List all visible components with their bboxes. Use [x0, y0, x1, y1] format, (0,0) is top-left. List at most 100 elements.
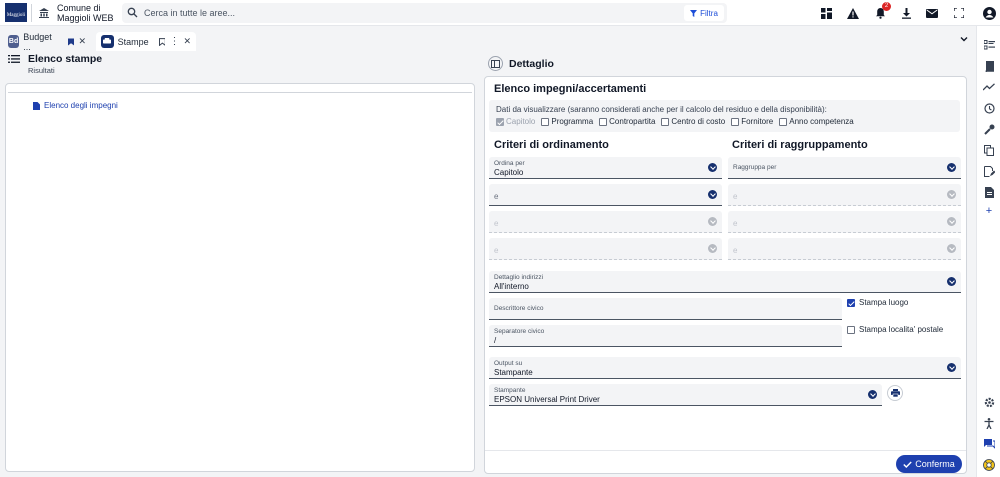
- dropdown-icon[interactable]: [708, 163, 717, 172]
- checkbox-capitolo: Capitolo: [496, 117, 535, 126]
- file-icon[interactable]: [981, 184, 997, 200]
- search-input[interactable]: [144, 6, 584, 20]
- checkbox-programma[interactable]: Programma: [541, 117, 593, 126]
- printer-settings-button[interactable]: [887, 385, 903, 401]
- checkbox-label: Programma: [551, 117, 594, 126]
- field-placeholder: e: [494, 192, 499, 201]
- more-vert-icon[interactable]: ⋮: [169, 36, 179, 47]
- panel-toggle-icon[interactable]: [488, 56, 503, 71]
- mail-icon[interactable]: [924, 5, 940, 21]
- dati-options-box: Dati da visualizzare (saranno considerat…: [489, 100, 960, 132]
- stampante-select[interactable]: Stampante EPSON Universal Print Driver: [489, 384, 882, 406]
- logo-text: Maggioli: [6, 13, 26, 18]
- history-icon[interactable]: [981, 100, 997, 116]
- bank-icon[interactable]: [36, 5, 52, 21]
- dropdown-icon[interactable]: [947, 277, 956, 286]
- raggruppa-e2-select: e: [728, 211, 961, 233]
- field-label: Stampante: [494, 387, 526, 394]
- output-su-select[interactable]: Output su Stampante: [489, 357, 961, 379]
- checkbox-box[interactable]: [779, 117, 788, 126]
- tab-bar: Bd Budget ... ✕ Stampe ⋮ ✕: [0, 32, 975, 52]
- field-placeholder: e: [733, 246, 738, 255]
- checkbox-anno-competenza[interactable]: Anno competenza: [779, 117, 854, 126]
- checkbox-box[interactable]: [599, 117, 608, 126]
- dropdown-icon: [947, 217, 956, 226]
- edit-document-icon[interactable]: [981, 163, 997, 179]
- settings-gear-icon[interactable]: [981, 394, 997, 410]
- search-icon: [127, 7, 138, 20]
- notifications-bell-icon[interactable]: 2: [872, 2, 891, 21]
- confirm-button[interactable]: Conferma: [896, 455, 962, 473]
- ordina-per-select[interactable]: Ordina per Capitolo: [489, 157, 722, 179]
- app-title[interactable]: Comune di Maggioli WEB: [57, 3, 127, 23]
- dropdown-icon: [947, 244, 956, 253]
- checkbox-fornitore[interactable]: Fornitore: [731, 117, 773, 126]
- close-icon[interactable]: ✕: [78, 36, 86, 47]
- stampa-localita-checkbox[interactable]: Stampa localita' postale: [847, 325, 943, 334]
- list-icon[interactable]: [8, 54, 20, 66]
- stampa-luogo-checkbox[interactable]: Stampa luogo: [847, 298, 908, 307]
- tab-label: Stampe: [117, 36, 149, 47]
- checkbox-label: Anno competenza: [789, 117, 854, 126]
- warning-icon[interactable]: [845, 5, 861, 21]
- checkbox-contropartita[interactable]: Contropartita: [599, 117, 655, 126]
- field-label: Ordina per: [494, 160, 525, 167]
- right-sidebar: +: [976, 26, 1000, 477]
- checkbox-box[interactable]: [541, 117, 550, 126]
- fullscreen-icon[interactable]: [951, 5, 967, 21]
- bookmark-outline-icon[interactable]: [158, 37, 166, 46]
- checkbox-box[interactable]: [661, 117, 670, 126]
- add-icon[interactable]: +: [981, 203, 997, 219]
- descrittore-civico-field[interactable]: Descrittore civico: [489, 298, 842, 320]
- trending-icon[interactable]: [981, 79, 997, 95]
- checkbox-box[interactable]: [731, 117, 740, 126]
- book-icon[interactable]: [981, 58, 997, 74]
- checklist-icon[interactable]: [981, 37, 997, 53]
- printer-icon: [890, 389, 900, 397]
- field-value: All'interno: [494, 282, 529, 291]
- dashboard-icon[interactable]: [818, 5, 834, 21]
- filter-button[interactable]: Filtra: [684, 5, 724, 21]
- global-search[interactable]: Filtra: [122, 3, 727, 23]
- checkbox-label: Centro di costo: [671, 117, 726, 126]
- checkbox-centro-di-costo[interactable]: Centro di costo: [661, 117, 725, 126]
- checkbox-box[interactable]: [847, 325, 855, 334]
- build-icon[interactable]: [981, 121, 997, 137]
- tab-budget[interactable]: Bd Budget ... ✕: [3, 32, 91, 52]
- field-label: Raggruppa per: [733, 164, 777, 171]
- dropdown-icon[interactable]: [708, 190, 717, 199]
- filter-label: Filtra: [700, 8, 718, 18]
- raggruppa-per-select[interactable]: Raggruppa per: [728, 157, 961, 179]
- list-item-label: Elenco degli impegni: [44, 101, 118, 110]
- field-value: Stampante: [494, 368, 533, 377]
- chevron-down-icon[interactable]: [959, 34, 969, 46]
- divider: [8, 92, 472, 93]
- help-support-icon[interactable]: [981, 457, 997, 473]
- separatore-civico-field[interactable]: Separatore civico /: [489, 325, 842, 347]
- dettaglio-indirizzi-select[interactable]: Dettaglio indirizzi All'interno: [489, 271, 961, 293]
- bookmark-icon[interactable]: [68, 38, 75, 46]
- checkbox-label: Fornitore: [741, 117, 774, 126]
- copy-icon[interactable]: [981, 142, 997, 158]
- ordina-e1-select[interactable]: e: [489, 184, 722, 206]
- maggioli-logo[interactable]: Maggioli: [5, 3, 27, 22]
- accessibility-icon[interactable]: [981, 415, 997, 431]
- divider: [485, 450, 966, 451]
- download-icon[interactable]: [898, 5, 914, 21]
- user-account-icon[interactable]: [981, 5, 997, 21]
- top-bar: Maggioli Comune di Maggioli WEB Filtra 2: [0, 0, 1000, 26]
- tab-stampe[interactable]: Stampe ⋮ ✕: [96, 32, 196, 51]
- divider: [31, 4, 32, 22]
- close-icon[interactable]: ✕: [183, 36, 191, 47]
- list-item[interactable]: Elenco degli impegni: [33, 101, 118, 110]
- checkbox-label: Stampa luogo: [859, 298, 909, 307]
- checkbox-box[interactable]: [847, 298, 855, 307]
- dropdown-icon[interactable]: [947, 163, 956, 172]
- field-value: Capitolo: [494, 168, 524, 177]
- chat-icon[interactable]: [981, 436, 997, 452]
- ordina-e3-select: e: [489, 238, 722, 260]
- dropdown-icon[interactable]: [868, 390, 877, 399]
- stampe-tab-icon: [101, 35, 114, 48]
- field-placeholder: e: [494, 219, 499, 228]
- dropdown-icon[interactable]: [947, 363, 956, 372]
